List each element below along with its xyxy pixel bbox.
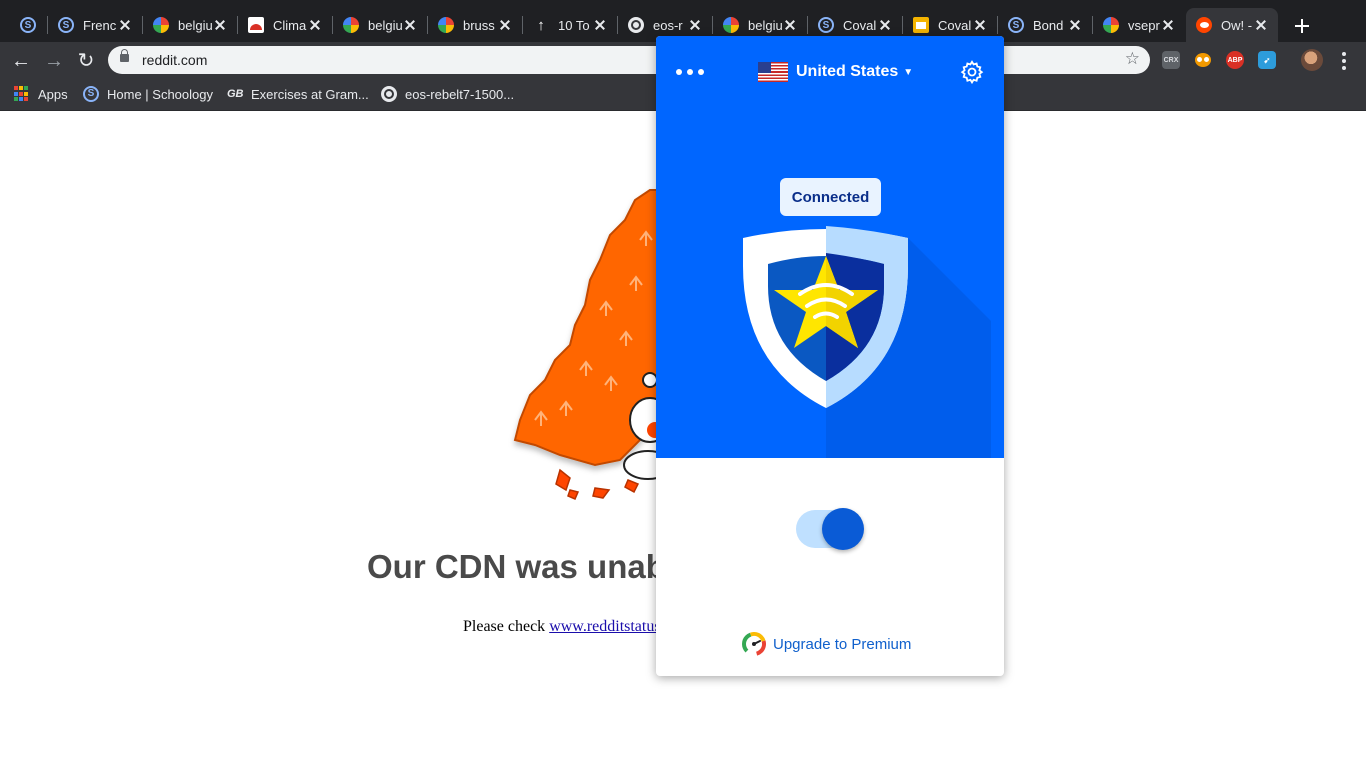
tab-reddit-active[interactable]: Ow! - — [1186, 8, 1278, 42]
schoology-icon: S — [818, 17, 834, 33]
tab-title: belgiu — [178, 17, 213, 33]
tab-belgium-1[interactable]: belgiu — [143, 8, 237, 42]
tab-title: belgiu — [748, 17, 783, 33]
tab-title: Coval — [843, 17, 877, 33]
shield-star-icon — [743, 226, 991, 458]
settings-gear-icon[interactable] — [960, 60, 984, 84]
close-tab-icon[interactable] — [308, 18, 322, 32]
reddit-snoo-illustration — [513, 189, 670, 500]
gb-icon: GB — [227, 88, 244, 100]
adblock-plus-extension-icon[interactable]: ABP — [1226, 51, 1244, 69]
tab-title: Clima — [273, 17, 307, 33]
close-tab-icon[interactable] — [213, 18, 227, 32]
upgrade-label: Upgrade to Premium — [773, 635, 912, 653]
back-button[interactable]: ← — [10, 50, 32, 72]
more-options-icon[interactable] — [676, 69, 704, 75]
schoology-icon: S — [83, 86, 99, 102]
tab-title: Bond — [1033, 17, 1064, 33]
address-text: reddit.com — [142, 52, 208, 68]
profile-avatar[interactable] — [1301, 49, 1323, 71]
bookmark-label: Home | Schoology — [107, 86, 213, 102]
connection-status-badge: Connected — [780, 178, 881, 216]
globe-icon — [381, 86, 397, 102]
tab-title: bruss — [463, 17, 495, 33]
tab-bond[interactable]: S Bond — [998, 8, 1092, 42]
forward-button[interactable]: → — [43, 50, 65, 72]
vpn-connection-toggle[interactable] — [796, 508, 864, 550]
error-message: Please check www.redditstatus — [463, 618, 661, 636]
bookmark-apps[interactable]: Apps — [14, 85, 68, 103]
schoology-icon: S — [1008, 17, 1024, 33]
arrow-up-icon: ↑ — [537, 16, 545, 34]
google-icon — [438, 17, 454, 33]
browser-menu-icon[interactable] — [1342, 52, 1346, 70]
reload-button[interactable]: ↻ — [75, 50, 97, 72]
close-tab-icon[interactable] — [593, 18, 607, 32]
tab-title: Frenc — [83, 17, 117, 33]
tab-pinned-schoology[interactable]: S — [14, 8, 44, 42]
tab-title: Coval — [938, 17, 972, 33]
google-icon — [343, 17, 359, 33]
tab-title: Ow! - — [1221, 17, 1253, 33]
close-tab-icon[interactable] — [403, 18, 417, 32]
error-message-text: Please check — [463, 618, 550, 635]
bookmark-eos[interactable]: eos-rebelt7-1500... — [381, 85, 514, 103]
bookmark-grammar[interactable]: GB Exercises at Gram... — [227, 85, 369, 103]
tab-climate[interactable]: Clima — [238, 8, 332, 42]
tab-belgium-2[interactable]: belgiu — [333, 8, 427, 42]
new-tab-button[interactable] — [1290, 14, 1314, 38]
reddit-icon — [1196, 17, 1212, 33]
tab-title: vsepr — [1128, 17, 1160, 33]
country-selector[interactable]: United States ▼ — [758, 60, 913, 84]
bookmark-schoology[interactable]: S Home | Schoology — [83, 85, 213, 103]
error-heading: Our CDN was unab — [367, 548, 666, 585]
bookmark-label: Apps — [38, 86, 68, 102]
vpn-popup: United States ▼ Connected Upgrade to Pre… — [656, 36, 1004, 676]
close-tab-icon[interactable] — [118, 18, 132, 32]
crx-extension-icon[interactable]: CRX — [1162, 51, 1180, 69]
close-tab-icon[interactable] — [1161, 18, 1175, 32]
google-icon — [1103, 17, 1119, 33]
tab-vsepr[interactable]: vsepr — [1093, 8, 1185, 42]
close-tab-icon[interactable] — [498, 18, 512, 32]
schoology-icon: S — [58, 17, 74, 33]
globe-icon — [628, 17, 644, 33]
tab-title: 10 To — [558, 17, 590, 33]
toggle-knob — [822, 508, 864, 550]
tab-title: belgiu — [368, 17, 403, 33]
bookmark-label: eos-rebelt7-1500... — [405, 86, 515, 102]
google-icon — [723, 17, 739, 33]
arrow-extension-icon[interactable]: ➹ — [1258, 51, 1276, 69]
schoology-icon: S — [20, 17, 36, 33]
lock-icon — [120, 49, 129, 62]
chevron-down-icon: ▼ — [903, 66, 914, 78]
vpn-header-panel: United States ▼ Connected — [656, 36, 1004, 458]
owl-extension-icon[interactable] — [1194, 51, 1212, 69]
us-flag-icon — [758, 62, 788, 82]
tab-french[interactable]: S Frenc — [48, 8, 142, 42]
country-label: United States — [796, 63, 899, 80]
apps-grid-icon — [14, 86, 30, 102]
close-tab-icon[interactable] — [1068, 18, 1082, 32]
red-logo-icon — [248, 17, 264, 33]
bookmark-star-icon[interactable]: ☆ — [1125, 49, 1140, 69]
tab-ten-top[interactable]: ↑ 10 To — [523, 8, 617, 42]
close-tab-icon[interactable] — [878, 18, 892, 32]
close-tab-icon[interactable] — [688, 18, 702, 32]
google-icon — [153, 17, 169, 33]
speedometer-icon — [742, 632, 766, 656]
close-tab-icon[interactable] — [1254, 18, 1268, 32]
bookmark-label: Exercises at Gram... — [251, 86, 369, 102]
close-tab-icon[interactable] — [973, 18, 987, 32]
close-tab-icon[interactable] — [783, 18, 797, 32]
tab-title: eos-r — [653, 17, 683, 33]
slides-icon — [913, 17, 929, 33]
status-page-link[interactable]: www.redditstatus — [549, 618, 660, 635]
tab-brussels[interactable]: bruss — [428, 8, 522, 42]
upgrade-premium-link[interactable]: Upgrade to Premium — [742, 632, 911, 656]
